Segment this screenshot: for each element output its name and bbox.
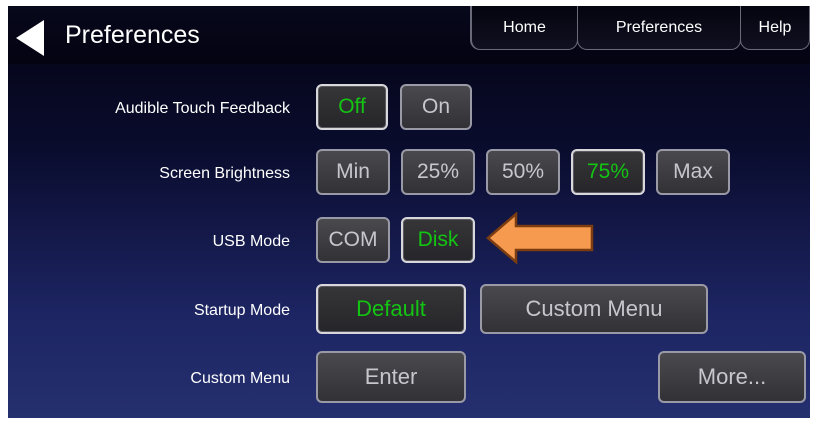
brightness-25-button[interactable]: 25% bbox=[401, 149, 475, 195]
tab-preferences[interactable]: Preferences bbox=[577, 6, 741, 50]
audible-off-button[interactable]: Off bbox=[316, 84, 388, 130]
startup-default-button[interactable]: Default bbox=[316, 284, 466, 334]
top-bar: Preferences Home Preferences Help bbox=[8, 6, 810, 64]
startup-custom-menu-button[interactable]: Custom Menu bbox=[480, 284, 708, 334]
startup-mode-label: Startup Mode bbox=[193, 302, 290, 319]
usb-mode-label: USB Mode bbox=[212, 233, 290, 250]
audible-on-button[interactable]: On bbox=[400, 84, 472, 130]
tab-home[interactable]: Home bbox=[470, 6, 578, 50]
usb-disk-button[interactable]: Disk bbox=[401, 217, 475, 263]
usb-com-button[interactable]: COM bbox=[316, 217, 390, 263]
custom-menu-enter-button[interactable]: Enter bbox=[316, 351, 466, 403]
custom-menu-label: Custom Menu bbox=[190, 370, 290, 387]
tab-help[interactable]: Help bbox=[740, 6, 810, 50]
brightness-max-button[interactable]: Max bbox=[656, 149, 730, 195]
brightness-50-button[interactable]: 50% bbox=[486, 149, 560, 195]
more-button[interactable]: More... bbox=[658, 351, 806, 403]
audible-touch-feedback-label: Audible Touch Feedback bbox=[115, 100, 290, 117]
page-title: Preferences bbox=[65, 21, 200, 49]
brightness-75-button[interactable]: 75% bbox=[571, 149, 645, 195]
preferences-screen: Preferences Home Preferences Help Audibl… bbox=[8, 6, 810, 418]
back-arrow-icon[interactable] bbox=[16, 20, 44, 56]
nav-tabs: Home Preferences Help bbox=[470, 6, 810, 52]
brightness-min-button[interactable]: Min bbox=[316, 149, 390, 195]
arrow-left-icon bbox=[486, 212, 594, 264]
screen-brightness-label: Screen Brightness bbox=[159, 165, 290, 182]
